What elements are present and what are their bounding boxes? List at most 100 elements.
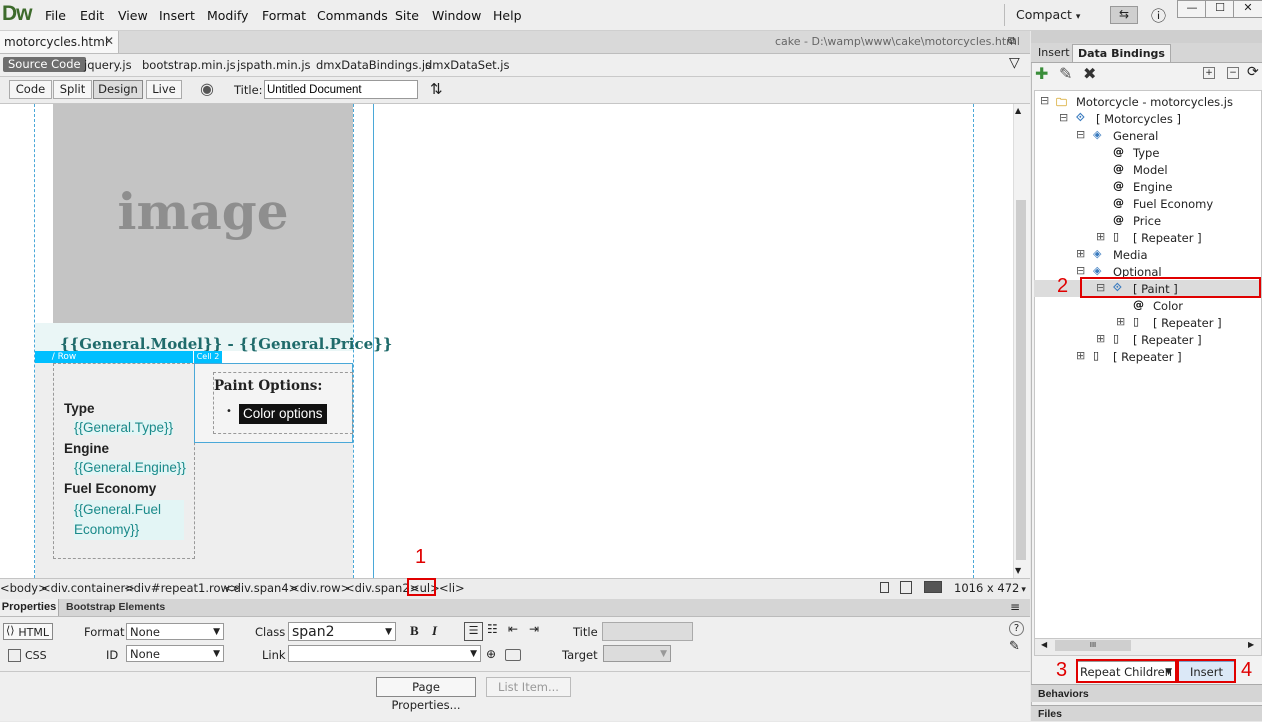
tab-data-bindings[interactable]: Data Bindings [1072,44,1171,62]
tag-div-repeat1[interactable]: <div#repeat1.row> [124,581,240,595]
scroll-down-icon[interactable]: ▼ [1015,566,1021,575]
title-prop-input[interactable] [602,622,693,641]
restore-icon[interactable]: ⧉ [1008,34,1016,48]
panel-menu-icon[interactable]: ≡ [1010,600,1020,614]
class-select[interactable]: span2 ▼ [288,622,396,641]
tree-row[interactable]: @ Model [1034,161,1260,178]
tree-row[interactable]: ⊞ ▯ [ Repeater ] [1034,348,1260,365]
tree-row[interactable]: @ Fuel Economy [1034,195,1260,212]
close-icon[interactable]: ✕ [104,34,114,48]
outdent-icon[interactable]: ⇤ [508,622,518,636]
menu-modify[interactable]: Modify [207,8,248,23]
tab-insert[interactable]: Insert [1033,44,1075,61]
scrollbar-thumb[interactable] [1016,200,1026,560]
menu-site[interactable]: Site [395,8,419,23]
italic-button[interactable]: I [432,623,437,639]
window-size[interactable]: 1016 x 472 ▾ [954,581,1026,595]
menu-insert[interactable]: Insert [159,8,195,23]
row-tag[interactable]: / Row [35,351,93,363]
format-select[interactable]: None ▼ [126,623,224,640]
tag-div-container[interactable]: <div.container> [41,581,135,595]
menu-edit[interactable]: Edit [80,8,104,23]
collapse-toggle-icon[interactable]: ⊟ [1076,264,1085,277]
maximize-button[interactable]: ☐ [1205,0,1235,18]
tag-li[interactable]: <li> [439,581,465,595]
browse-folder-icon[interactable] [505,649,521,661]
code-view-button[interactable]: Code [9,80,52,99]
tree-row[interactable]: ⊞ ◈ Media [1034,246,1260,263]
help-icon[interactable]: ? [1009,621,1024,636]
design-view-button[interactable]: Design [93,80,143,99]
tree-row[interactable]: @ Price [1034,212,1260,229]
indent-icon[interactable]: ⇥ [529,622,539,636]
delete-binding-icon[interactable]: ✖ [1083,64,1096,83]
workspace-switcher[interactable]: Compact ▾ [1016,7,1080,22]
tree-row[interactable]: @ Type [1034,144,1260,161]
related-file[interactable]: jquery.js [84,58,132,72]
related-file[interactable]: jspath.min.js [237,58,311,72]
tree-row[interactable]: ⊟ ◈ General [1034,127,1260,144]
point-to-file-icon[interactable]: ⊕ [486,647,496,661]
expand-toggle-icon[interactable]: ⊞ [1096,332,1105,345]
split-view-button[interactable]: Split [53,80,92,99]
tree-row[interactable]: ⊟ ⟐ [ Motorcycles ] [1034,110,1260,127]
scrollbar-thumb[interactable]: III [1055,640,1131,651]
tree-row[interactable]: @ Engine [1034,178,1260,195]
document-title-input[interactable] [264,80,418,99]
close-button[interactable]: ✕ [1233,0,1262,18]
edit-binding-icon[interactable]: ✎ [1059,64,1072,83]
scroll-right-icon[interactable]: ▶ [1248,640,1254,649]
related-file[interactable]: dmxDataSet.js [425,58,510,72]
source-code-button[interactable]: Source Code [3,57,86,72]
desktop-size-icon[interactable] [924,581,942,593]
expand-all-icon[interactable]: + [1203,67,1215,79]
related-file[interactable]: bootstrap.min.js [142,58,236,72]
menu-commands[interactable]: Commands [317,8,388,23]
bold-button[interactable]: B [410,623,419,639]
preview-globe-icon[interactable]: ◉ [200,79,214,98]
minimize-button[interactable]: — [1177,0,1207,18]
menu-window[interactable]: Window [432,8,481,23]
collapse-toggle-icon[interactable]: ⊟ [1040,94,1049,107]
expand-toggle-icon[interactable]: ⊞ [1076,349,1085,362]
phone-size-icon[interactable] [880,582,889,593]
refresh-icon[interactable]: ⟳ [1247,64,1259,80]
scroll-left-icon[interactable]: ◀ [1041,640,1047,649]
filter-icon[interactable]: ▽ [1009,55,1020,71]
expand-toggle-icon[interactable]: ⊞ [1076,247,1085,260]
link-input[interactable]: ▼ [288,645,481,662]
collapse-all-icon[interactable]: − [1227,67,1239,79]
id-select[interactable]: None ▼ [126,645,224,662]
tree-row[interactable]: ⊞ ▯ [ Repeater ] [1034,331,1260,348]
menu-file[interactable]: File [45,8,66,23]
ordered-list-icon[interactable]: ☷ [487,622,498,636]
collapse-toggle-icon[interactable]: ⊟ [1059,111,1068,124]
cell-tag[interactable]: Cell 2 [194,351,222,363]
color-options-item[interactable]: Color options [239,404,327,424]
tag-div-span4[interactable]: <div.span4> [224,581,298,595]
scroll-up-icon[interactable]: ▲ [1015,106,1021,115]
related-file[interactable]: dmxDataBindings.js [316,58,431,72]
files-panel[interactable]: Files [1031,705,1262,721]
tab-motorcycles-html[interactable]: motorcycles.html ✕ [0,31,119,53]
page-properties-button[interactable]: Page Properties... [376,677,476,712]
collapse-toggle-icon[interactable]: ⊟ [1076,128,1085,141]
menu-help[interactable]: Help [493,8,522,23]
info-icon[interactable]: ⓘ [1151,5,1166,26]
menu-format[interactable]: Format [262,8,306,23]
unordered-list-icon[interactable]: ☰ [464,622,483,641]
expand-toggle-icon[interactable]: ⊞ [1116,315,1125,328]
tab-properties[interactable]: Properties [0,599,59,616]
tree-row[interactable]: @ Color [1034,297,1260,314]
sync-settings-icon[interactable]: ⇆ [1110,6,1138,24]
design-view[interactable]: image {{General.Model}} - {{General.Pric… [0,104,1013,578]
add-binding-icon[interactable]: ✚ [1035,64,1048,83]
quick-tag-editor-icon[interactable]: ✎ [1009,639,1020,654]
tree-row[interactable]: ⊞ ▯ [ Repeater ] [1034,229,1260,246]
tablet-size-icon[interactable] [900,581,912,594]
tab-bootstrap-elements[interactable]: Bootstrap Elements [66,601,165,613]
tree-row[interactable]: ⊞ ▯ [ Repeater ] [1034,314,1260,331]
css-mode-button[interactable]: CSS [25,649,47,662]
live-view-button[interactable]: Live [146,80,182,99]
tag-div-row[interactable]: <div.row> [290,581,350,595]
